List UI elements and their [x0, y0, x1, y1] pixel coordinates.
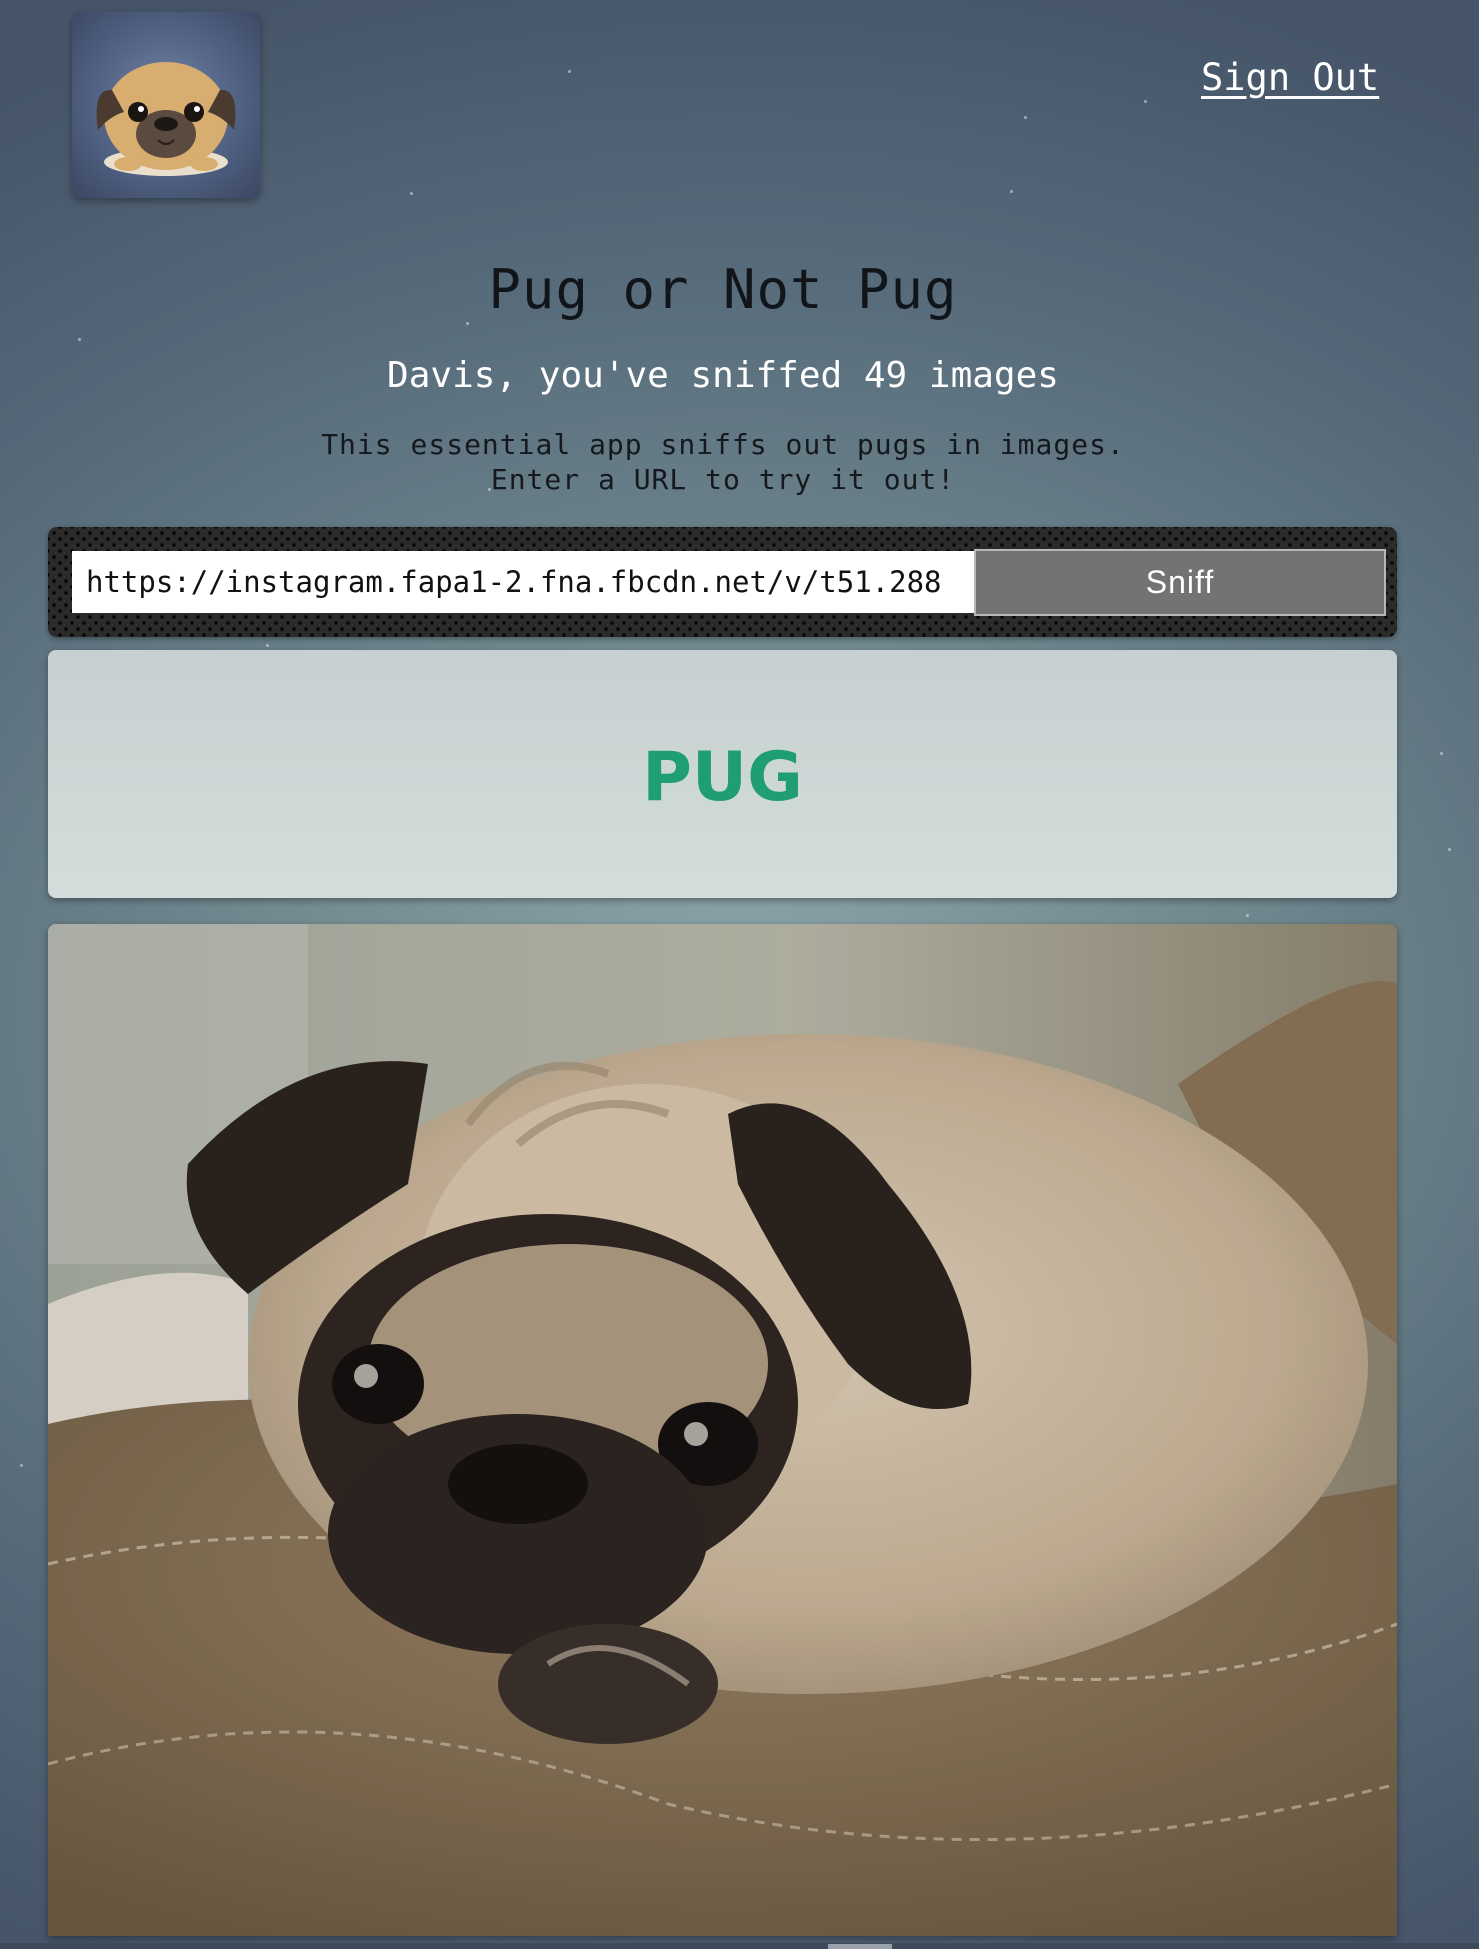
description-line-2: Enter a URL to try it out!	[490, 463, 956, 496]
pug-logo[interactable]	[72, 12, 260, 198]
sniff-button[interactable]: Sniff	[974, 549, 1386, 616]
greeting-count: Davis, you've sniffed 49 images	[387, 355, 1059, 396]
pug-logo-icon	[96, 62, 236, 176]
scrollbar-thumb[interactable]	[828, 1944, 892, 1949]
app-description: This essential app sniffs out pugs in im…	[0, 427, 1446, 497]
result-label: PUG	[642, 738, 803, 817]
sign-out-link[interactable]: Sign Out	[1201, 56, 1379, 99]
description-line-1: This essential app sniffs out pugs in im…	[321, 428, 1125, 461]
horizontal-scrollbar[interactable]	[0, 1943, 1479, 1949]
pug-photo	[48, 924, 1397, 1936]
url-form: Sniff	[48, 527, 1397, 637]
result-panel: PUG	[48, 650, 1397, 898]
page-title: Pug or Not Pug	[488, 258, 958, 321]
url-input[interactable]	[72, 551, 977, 613]
pug-photo-image	[48, 924, 1397, 1936]
